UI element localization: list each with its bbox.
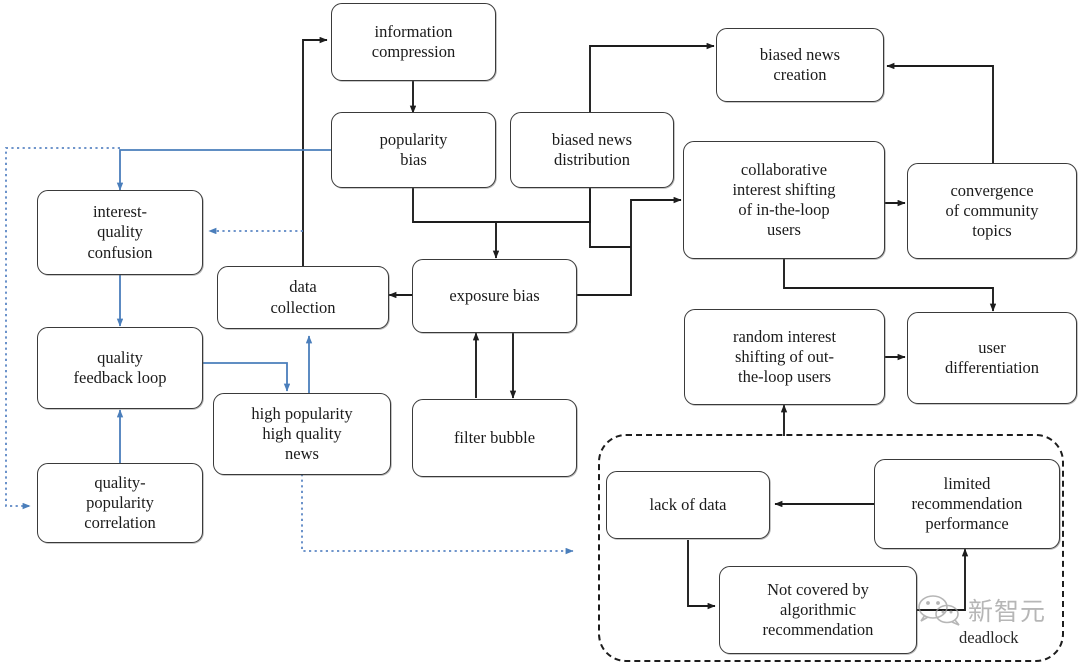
node-user-differentiation[interactable]: user differentiation — [907, 312, 1077, 404]
node-label: interest-quality confusion — [87, 202, 153, 262]
diagram-canvas: information compression popularity bias bi… — [0, 0, 1080, 666]
node-label: user differentiation — [944, 337, 1040, 377]
deadlock-caption: deadlock — [959, 628, 1019, 647]
node-random-interest-shifting[interactable]: random interest shifting of out-the-loop … — [684, 309, 885, 405]
node-collaborative-interest-shifting[interactable]: collaborative interest shifting of in-the-… — [683, 141, 885, 259]
node-label: limited recommendation performance — [911, 473, 1023, 534]
node-label: Not covered by algorithmic recommendation — [762, 579, 874, 640]
node-information-compression[interactable]: information compression — [331, 3, 496, 81]
edge-datacollection-to-informationcompression — [302, 36, 328, 268]
node-label: biased news distribution — [551, 129, 633, 169]
node-label: biased news creation — [759, 44, 841, 84]
watermark-text: 新智元 — [968, 597, 1047, 626]
node-not-covered-by-algorithmic-recommendation[interactable]: Not covered by algorithmic recommendation — [719, 566, 917, 654]
node-label: random interest shifting of out-the-loop … — [732, 326, 837, 387]
edge-biasednewsdistribution-to-biasednewscreation — [589, 42, 715, 113]
edge-convergence-to-biasednewscreation — [886, 62, 994, 164]
node-lack-of-data[interactable]: lack of data — [606, 471, 770, 539]
node-filter-bubble[interactable]: filter bubble — [412, 399, 577, 477]
node-label: high popularity high quality news — [251, 403, 353, 464]
node-label: exposure bias — [449, 285, 540, 305]
node-limited-recommendation-performance[interactable]: limited recommendation performance — [874, 459, 1060, 549]
node-exposure-bias[interactable]: exposure bias — [412, 259, 577, 333]
edge-collaborative-to-userdifferentiation — [783, 258, 997, 312]
node-label: data collection — [270, 277, 336, 317]
node-biased-news-creation[interactable]: biased news creation — [716, 28, 884, 102]
node-convergence-of-community-topics[interactable]: convergence of community topics — [907, 163, 1077, 259]
edge-popularitybias-to-interestquality — [116, 149, 331, 191]
node-biased-news-distribution[interactable]: biased news distribution — [510, 112, 674, 188]
node-data-collection[interactable]: data collection — [217, 266, 389, 329]
node-interest-quality-confusion[interactable]: interest-quality confusion — [37, 190, 203, 275]
wechat-icon — [918, 595, 960, 626]
node-quality-popularity-correlation[interactable]: quality-popularity correlation — [37, 463, 203, 543]
edge-biasednewsdistribution-down — [496, 187, 591, 223]
edge-popularitybias-down — [412, 187, 496, 223]
node-high-popularity-high-quality-news[interactable]: high popularity high quality news — [213, 393, 391, 475]
node-label: filter bubble — [453, 427, 536, 447]
node-label: information compression — [371, 21, 456, 61]
node-popularity-bias[interactable]: popularity bias — [331, 112, 496, 188]
watermark: 新智元 — [916, 592, 1046, 628]
edge-qualityfeedback-to-highpopnews — [202, 362, 291, 392]
node-label: convergence of community topics — [945, 180, 1039, 241]
edge-biasednewsdistribution-to-collaborative — [589, 187, 631, 248]
node-label: collaborative interest shifting of in-the-… — [732, 159, 836, 240]
node-label: quality-popularity correlation — [84, 472, 156, 533]
node-quality-feedback-loop[interactable]: quality feedback loop — [37, 327, 203, 409]
node-label: popularity bias — [379, 129, 448, 169]
edge-highpopnews-to-deadlockgroup-dotted — [301, 474, 574, 555]
node-label: lack of data — [649, 494, 727, 514]
node-label: quality feedback loop — [73, 347, 167, 387]
